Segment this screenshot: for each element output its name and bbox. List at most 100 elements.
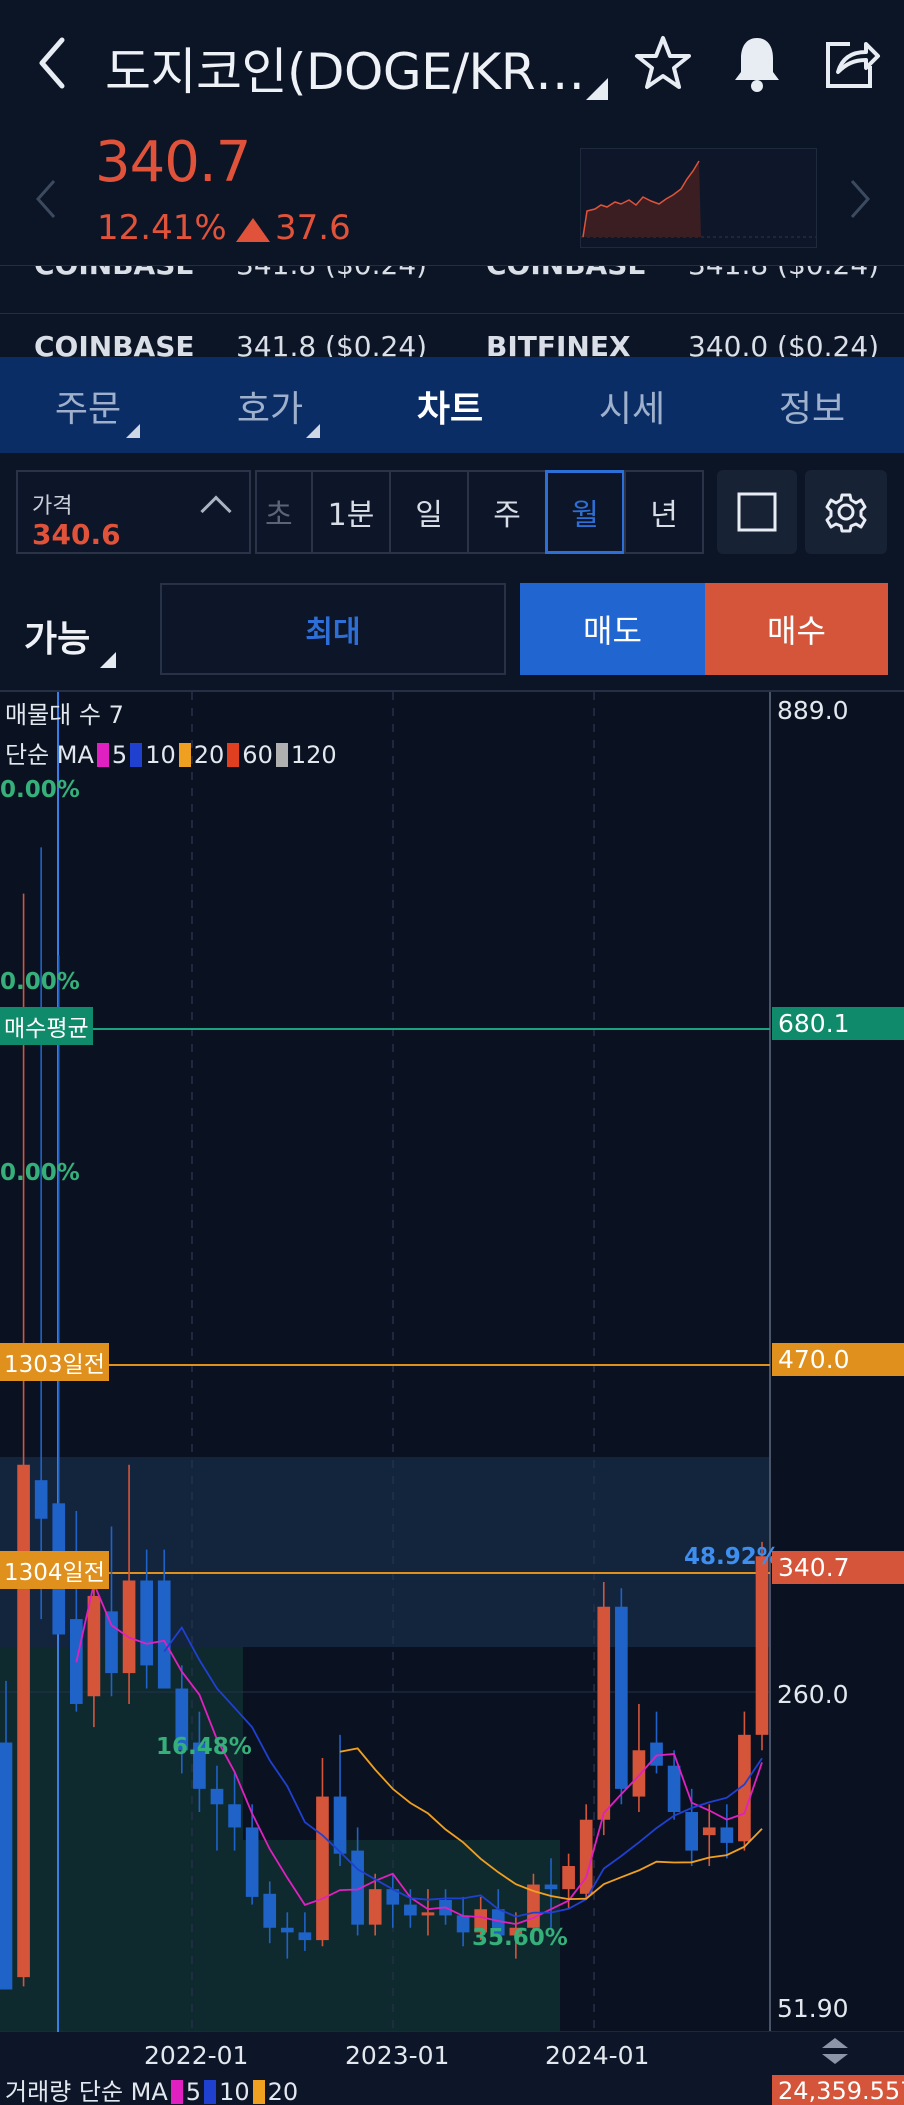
prev-coin-arrow-icon[interactable] [34,175,58,227]
max-quantity-button[interactable]: 최대 [160,583,506,675]
candle-body [228,1804,241,1828]
buy-button[interactable]: 매수 [705,583,888,675]
sell-button[interactable]: 매도 [520,583,705,675]
gear-icon [825,493,867,533]
candle-body [34,1480,48,1519]
candle-body [105,1611,118,1674]
candle-body [0,1742,13,1990]
candle-body [298,1932,312,1941]
candle-body [421,1912,435,1916]
current-price-tag: 340.7 [772,1551,904,1584]
exchange-name: COINBASE [34,330,195,357]
candle-body [87,1595,101,1697]
available-label[interactable]: 가능 [24,610,90,662]
pct-label: 0.00% [0,969,80,995]
x-axis-label: 2022-01 [144,2041,249,2070]
vol-ma-period: 5 [185,2078,202,2105]
vol-ma5-swatch [170,2080,183,2104]
ma-legend: 단순 MA 5 10 20 60 120 [5,735,337,770]
exchange-value: 341.8 ($0.24) [236,330,428,357]
candle-body [404,1904,417,1916]
square-icon [737,492,777,532]
ma-period: 5 [111,741,128,769]
timeframe-week[interactable]: 주 [467,470,547,554]
candle-body [263,1893,277,1928]
level-price-tag: 470.0 [772,1343,904,1376]
mini-sparkline-chart[interactable] [580,148,817,248]
candle-body [316,1796,329,1941]
ma5-swatch [96,743,109,767]
vol-ma-period: 10 [219,2078,250,2105]
timeframe-year[interactable]: 년 [624,470,704,554]
page-title[interactable]: 도지코인(DOGE/KR… [105,32,585,104]
chart-settings-button[interactable] [805,470,887,554]
candle-body [17,1464,30,1978]
buy-average-price-tag: 680.1 [772,1007,904,1040]
current-price: 340.7 [95,130,251,195]
range-pct-label: 48.92% [684,1544,780,1570]
candle-body [280,1927,294,1933]
price-input-label: 가격 [32,494,73,519]
vol-ma-period: 20 [267,2078,299,2105]
tab-chart[interactable]: 차트 [380,380,520,432]
price-chart[interactable]: 매물대 수 7 단순 MA 5 10 20 60 120 0.00% 0.00% 0.00… [0,690,904,2105]
pct-label: 0.00% [0,1160,80,1186]
pct-label: 16.48% [156,1734,252,1760]
y-axis-label: 260.0 [777,1680,849,1709]
exchange-price-row: COINBASE 341.8 ($0.24) COINBASE 341.8 ($… [0,265,904,357]
chevron-left-icon [39,37,65,89]
ma-period: 10 [145,741,176,769]
ma-period: 20 [193,741,225,769]
volume-ma-legend: 거래량 단순 MA 5 10 20 [5,2072,298,2105]
pct-label: 35.60% [472,1925,568,1951]
exchange-value: 341.8 ($0.24) [688,266,879,281]
ma-period: 120 [290,741,337,769]
vol-ma20-swatch [252,2080,265,2104]
timeframe-1min[interactable]: 1분 [311,470,391,554]
share-icon[interactable] [820,32,882,94]
buy-average-tag: 매수평균 [0,1007,93,1045]
exchange-name: COINBASE [486,266,647,281]
title-dropdown-caret-icon[interactable] [586,78,608,100]
x-axis-label: 2024-01 [545,2041,650,2070]
candle-body [456,1915,470,1933]
price-input-value[interactable]: 340.6 [32,518,121,551]
exchange-name: COINBASE [34,266,195,281]
available-caret-icon[interactable] [100,652,116,668]
volume-profile-label: 매물대 수 7 [5,701,124,729]
candle-body [562,1866,575,1890]
days-ago-tag: 1304일전 [0,1551,109,1589]
exchange-value: 340.0 ($0.24) [688,330,880,357]
candle-body [333,1796,347,1854]
bell-icon[interactable] [726,32,788,94]
candlestick-chart-svg[interactable] [0,692,904,2105]
exchange-name: BITFINEX [486,330,631,357]
tab-market[interactable]: 시세 [562,380,702,432]
layout-toggle-button[interactable] [717,470,797,554]
candle-body [702,1827,716,1836]
next-coin-arrow-icon[interactable] [848,175,872,227]
divider [0,313,904,314]
timeframe-day[interactable]: 일 [389,470,469,554]
ma-legend-label: 단순 MA [5,741,94,769]
candle-body [597,1606,611,1820]
timeframe-seconds[interactable]: 초 [255,470,313,554]
star-icon[interactable] [632,32,694,94]
tab-info[interactable]: 정보 [742,380,882,432]
candle-body [245,1827,259,1897]
candle-body [544,1884,558,1890]
volume-legend-label: 거래량 단순 MA [5,2078,168,2105]
change-percent: 12.41% [97,208,227,248]
ma20-swatch [178,743,191,767]
back-button[interactable] [30,30,80,100]
timeframe-month[interactable]: 월 [545,470,625,554]
ma60-swatch [227,743,240,767]
candle-body [122,1580,136,1674]
candle-body [720,1827,734,1843]
axis-scale-toggle-icon[interactable] [818,2034,852,2072]
candle-body [667,1765,681,1813]
candle-body [755,1556,769,1735]
y-axis-label: 51.90 [777,1994,849,2023]
candle-body [210,1788,224,1805]
tab-order-caret-icon [126,424,140,438]
